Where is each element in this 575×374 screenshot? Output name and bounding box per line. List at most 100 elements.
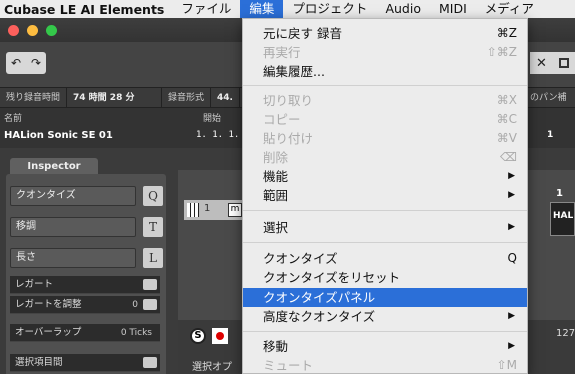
format-label: 録音形式 [162, 87, 212, 108]
name-value[interactable]: HALion Sonic SE 01 [4, 130, 113, 141]
menu-item-mute[interactable]: ミュート ⇧M [243, 356, 527, 374]
shortcut: ⇧M [496, 358, 517, 372]
legato-adjust-row[interactable]: レガートを調整 0 [10, 296, 160, 314]
length-key[interactable]: L [143, 248, 163, 268]
select-option-label: 選択オプ [192, 362, 232, 373]
quantize-button[interactable]: クオンタイズ [10, 186, 136, 206]
shortcut: ⌘V [496, 131, 517, 145]
length-button[interactable]: 長さ [10, 248, 136, 268]
menu-midi[interactable]: MIDI [430, 0, 476, 18]
velocity-value[interactable]: 127 [556, 328, 575, 339]
menu-item-move[interactable]: 移動 ▶ [243, 337, 527, 356]
zoom-window-icon[interactable] [46, 25, 57, 36]
close-window-icon[interactable] [8, 25, 19, 36]
menu-item-label: 編集履歴... [263, 64, 325, 79]
undo-icon[interactable]: ↶ [11, 56, 21, 70]
shortcut: Q [507, 251, 517, 265]
menu-item-label: クオンタイズ [263, 251, 338, 266]
menu-separator [243, 85, 527, 86]
track-number: 1 [204, 203, 211, 214]
overlap-row[interactable]: オーバーラップ 0 Ticks [10, 324, 160, 342]
menu-item-undo[interactable]: 元に戻す 録音 ⌘Z [243, 24, 527, 43]
menu-item-quantize[interactable]: クオンタイズ Q [243, 249, 527, 268]
menu-item-label: クオンタイズをリセット [263, 270, 401, 285]
menu-item-label: 再実行 [263, 45, 301, 60]
menu-item-functions[interactable]: 機能 ▶ [243, 167, 527, 186]
menu-project[interactable]: プロジェクト [283, 0, 376, 18]
toolbar-right-tools: ✕ [530, 52, 575, 74]
settings-icon[interactable] [143, 299, 157, 310]
menu-item-reset-quantize[interactable]: クオンタイズをリセット [243, 268, 527, 287]
grid-icon[interactable] [558, 58, 569, 68]
record-button[interactable] [212, 328, 228, 344]
overlap-label: オーバーラップ [15, 327, 82, 338]
monitor-button[interactable]: m [228, 203, 242, 217]
between-selected-label: 選択項目間 [15, 357, 63, 368]
trail-value: 1 [547, 130, 554, 140]
menu-item-label: 貼り付け [263, 131, 314, 146]
menu-item-quantize-panel[interactable]: クオンタイズパネル [243, 288, 527, 307]
menu-edit[interactable]: 編集 [240, 0, 284, 18]
submenu-arrow-icon: ▶ [508, 190, 515, 200]
transpose-key[interactable]: T [143, 217, 163, 237]
submenu-arrow-icon: ▶ [508, 341, 515, 351]
transpose-button[interactable]: 移調 [10, 217, 136, 237]
menu-item-range[interactable]: 範囲 ▶ [243, 186, 527, 205]
name-label: 名前 [4, 114, 23, 124]
minimize-window-icon[interactable] [27, 25, 38, 36]
menu-item-label: 選択 [263, 220, 289, 235]
menu-item-label: 元に戻す 録音 [263, 26, 342, 41]
redo-icon[interactable]: ↷ [31, 56, 41, 70]
pan-label: のパン補正 [530, 92, 567, 123]
solo-button[interactable]: S [190, 328, 206, 344]
ruler-number: 1 [556, 188, 563, 199]
menu-item-select[interactable]: 選択 ▶ [243, 218, 527, 237]
between-selected-row[interactable]: 選択項目間 [10, 354, 160, 372]
dropdown-icon[interactable] [143, 357, 157, 368]
submenu-arrow-icon: ▶ [508, 222, 515, 232]
menu-item-copy[interactable]: コピー ⌘C [243, 110, 527, 129]
piano-icon [187, 203, 199, 217]
delete-key-icon: ⌫ [500, 150, 517, 164]
start-label: 開始 [203, 114, 222, 124]
start-value[interactable]: 1. 1. 1. [196, 130, 239, 140]
legato-row[interactable]: レガート [10, 276, 160, 294]
submenu-arrow-icon: ▶ [508, 171, 515, 181]
track-header[interactable]: 1 m [184, 200, 244, 220]
format-value: 44. [211, 87, 240, 108]
menu-item-delete[interactable]: 削除 ⌫ [243, 148, 527, 167]
event-name: HAL [553, 211, 574, 221]
quantize-key[interactable]: Q [143, 186, 163, 206]
menu-item-cut[interactable]: 切り取り ⌘X [243, 91, 527, 110]
menu-item-redo[interactable]: 再実行 ⇧⌘Z [243, 43, 527, 62]
close-icon[interactable]: ✕ [536, 56, 547, 71]
legato-adjust-value[interactable]: 0 [132, 296, 138, 314]
menu-bar: Cubase LE AI Elements ファイル 編集 プロジェクト Aud… [0, 0, 575, 18]
menu-item-paste[interactable]: 貼り付け ⌘V [243, 129, 527, 148]
screen: { "menubar": { "app_name": "Cubase LE AI… [0, 0, 575, 374]
menu-media[interactable]: メディア [476, 0, 543, 18]
menu-item-history[interactable]: 編集履歴... [243, 62, 527, 81]
menu-separator [243, 242, 527, 243]
menu-item-advanced-quantize[interactable]: 高度なクオンタイズ ▶ [243, 307, 527, 326]
event-block[interactable]: HAL [550, 202, 575, 236]
legato-play-icon[interactable] [143, 279, 157, 290]
legato-label: レガート [15, 279, 54, 290]
menu-separator [243, 210, 527, 211]
menu-item-label: 高度なクオンタイズ [263, 309, 376, 324]
app-menu[interactable]: Cubase LE AI Elements [0, 2, 172, 17]
menu-item-label: コピー [263, 112, 301, 127]
remain-label: 残り録音時間 [0, 87, 68, 108]
shortcut: ⇧⌘Z [486, 45, 517, 59]
menu-item-label: 移動 [263, 339, 289, 354]
menu-item-label: 切り取り [263, 93, 314, 108]
menu-file[interactable]: ファイル [172, 0, 240, 18]
menu-item-label: クオンタイズパネル [263, 290, 376, 305]
overlap-value[interactable]: 0 Ticks [121, 324, 152, 342]
menu-separator [243, 331, 527, 332]
menu-item-label: ミュート [263, 358, 314, 373]
menu-item-label: 機能 [263, 169, 289, 184]
edit-menu-dropdown: 元に戻す 録音 ⌘Z 再実行 ⇧⌘Z 編集履歴... 切り取り ⌘X コピー ⌘C 貼り… [242, 18, 528, 374]
legato-adjust-label: レガートを調整 [15, 299, 82, 310]
menu-audio[interactable]: Audio [376, 0, 430, 18]
